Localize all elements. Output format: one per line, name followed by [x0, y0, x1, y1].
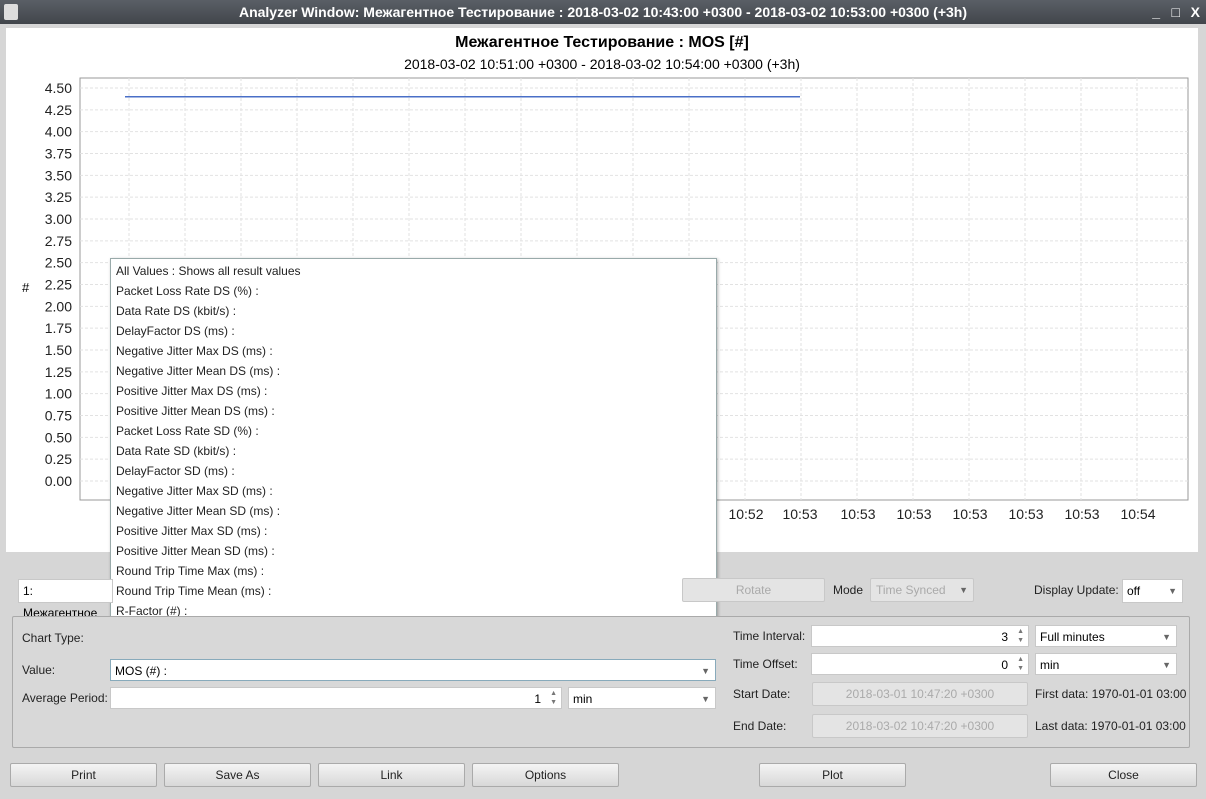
app-icon: [4, 4, 18, 20]
chevron-down-icon: ▼: [959, 585, 968, 595]
plot-button[interactable]: Plot: [759, 763, 906, 787]
x-tick-label: 10:52: [728, 506, 763, 522]
y-tick-label: 4.25: [45, 102, 72, 118]
dropdown-item[interactable]: DelayFactor DS (ms) :: [111, 319, 716, 339]
close-button[interactable]: Close: [1050, 763, 1197, 787]
start-date-label: Start Date:: [733, 687, 791, 701]
y-tick-label: 3.25: [45, 189, 72, 205]
spinner-icon: ▲ ▼: [1017, 628, 1024, 644]
chevron-down-icon: ▼: [1162, 660, 1171, 670]
end-date-input[interactable]: 2018-03-02 10:47:20 +0300: [812, 714, 1028, 738]
time-offset-label: Time Offset:: [733, 657, 798, 671]
x-tick-label: 10:53: [840, 506, 875, 522]
dropdown-item[interactable]: Negative Jitter Mean SD (ms) :: [111, 499, 716, 519]
dropdown-item[interactable]: Positive Jitter Mean DS (ms) :: [111, 399, 716, 419]
y-tick-label: 0.75: [45, 408, 72, 424]
rotate-button[interactable]: Rotate: [682, 578, 825, 602]
y-tick-label: 2.25: [45, 277, 72, 293]
y-tick-label: 1.25: [45, 364, 72, 380]
time-offset-input[interactable]: 0 ▲ ▼: [811, 653, 1029, 675]
y-tick-label: 0.00: [45, 473, 72, 489]
title-bar: Analyzer Window: Межагентное Тестировани…: [0, 0, 1206, 24]
average-period-input[interactable]: 1 ▲ ▼: [110, 687, 562, 709]
y-tick-label: 2.75: [45, 233, 72, 249]
x-tick-label: 10:54: [1120, 506, 1155, 522]
dropdown-item[interactable]: Packet Loss Rate SD (%) :: [111, 419, 716, 439]
y-tick-label: 3.00: [45, 211, 72, 227]
print-button[interactable]: Print: [10, 763, 157, 787]
first-data-text: First data: 1970-01-01 03:00: [1035, 687, 1187, 701]
display-update-select[interactable]: off ▼: [1122, 579, 1183, 603]
dropdown-item[interactable]: DelayFactor SD (ms) :: [111, 459, 716, 479]
time-interval-label: Time Interval:: [733, 629, 806, 643]
y-tick-label: 3.75: [45, 146, 72, 162]
minimize-button[interactable]: _: [1152, 0, 1160, 24]
chevron-down-icon: ▼: [1168, 586, 1177, 596]
average-period-label: Average Period:: [22, 691, 108, 705]
dropdown-item[interactable]: Positive Jitter Max DS (ms) :: [111, 379, 716, 399]
save-as-button[interactable]: Save As: [164, 763, 311, 787]
chevron-down-icon: ▼: [1162, 632, 1171, 642]
display-update-label: Display Update:: [1034, 583, 1119, 597]
dropdown-item[interactable]: Packet Loss Rate DS (%) :: [111, 279, 716, 299]
end-date-label: End Date:: [733, 719, 787, 733]
value-label: Value:: [22, 663, 56, 677]
y-tick-label: 4.50: [45, 80, 72, 96]
time-offset-unit-select[interactable]: min ▼: [1035, 653, 1177, 675]
options-button[interactable]: Options: [472, 763, 619, 787]
time-interval-input[interactable]: 3 ▲ ▼: [811, 625, 1029, 647]
chart-type-label: Chart Type:: [22, 631, 84, 645]
chevron-down-icon: ▼: [701, 694, 710, 704]
start-date-input[interactable]: 2018-03-01 10:47:20 +0300: [812, 682, 1028, 706]
y-tick-label: 0.25: [45, 451, 72, 467]
average-period-unit-select[interactable]: min ▼: [568, 687, 716, 709]
dropdown-item[interactable]: Negative Jitter Mean DS (ms) :: [111, 359, 716, 379]
dropdown-item[interactable]: Data Rate DS (kbit/s) :: [111, 299, 716, 319]
x-tick-label: 10:53: [952, 506, 987, 522]
dropdown-item[interactable]: Round Trip Time Max (ms) :: [111, 559, 716, 579]
chevron-down-icon: ▼: [701, 666, 710, 676]
time-interval-unit-select[interactable]: Full minutes ▼: [1035, 625, 1177, 647]
x-tick-label: 10:53: [1008, 506, 1043, 522]
dropdown-item[interactable]: Negative Jitter Max SD (ms) :: [111, 479, 716, 499]
dropdown-item[interactable]: All Values : Shows all result values: [111, 259, 716, 279]
mode-label: Mode: [833, 583, 864, 597]
y-tick-label: 1.00: [45, 386, 72, 402]
y-tick-label: 2.00: [45, 298, 72, 314]
y-tick-label: 4.00: [45, 124, 72, 140]
value-dropdown-list[interactable]: All Values : Shows all result values Pack…: [110, 258, 717, 662]
dropdown-item[interactable]: Positive Jitter Mean SD (ms) :: [111, 539, 716, 559]
dropdown-item[interactable]: Data Rate SD (kbit/s) :: [111, 439, 716, 459]
y-tick-label: 3.50: [45, 167, 72, 183]
spinner-icon: ▲ ▼: [550, 690, 557, 706]
window-title: Analyzer Window: Межагентное Тестировани…: [238, 4, 968, 20]
dropdown-item[interactable]: Negative Jitter Max DS (ms) :: [111, 339, 716, 359]
y-tick-label: 0.50: [45, 429, 72, 445]
maximize-button[interactable]: □: [1172, 0, 1180, 24]
close-window-button[interactable]: X: [1191, 0, 1200, 24]
last-data-text: Last data: 1970-01-01 03:00: [1035, 719, 1186, 733]
y-tick-label: 1.75: [45, 320, 72, 336]
y-tick-label: 1.50: [45, 342, 72, 358]
dropdown-item[interactable]: Round Trip Time Mean (ms) :: [111, 579, 716, 599]
dropdown-item[interactable]: Positive Jitter Max SD (ms) :: [111, 519, 716, 539]
spinner-icon: ▲ ▼: [1017, 656, 1024, 672]
x-tick-label: 10:53: [1064, 506, 1099, 522]
mode-select[interactable]: Time Synced ▼: [870, 578, 974, 602]
value-select[interactable]: MOS (#) : ▼: [110, 659, 716, 681]
series-select[interactable]: 1: Межагентное: [18, 579, 113, 620]
x-tick-label: 10:53: [782, 506, 817, 522]
x-tick-label: 10:53: [896, 506, 931, 522]
y-tick-label: 2.50: [45, 255, 72, 271]
link-button[interactable]: Link: [318, 763, 465, 787]
